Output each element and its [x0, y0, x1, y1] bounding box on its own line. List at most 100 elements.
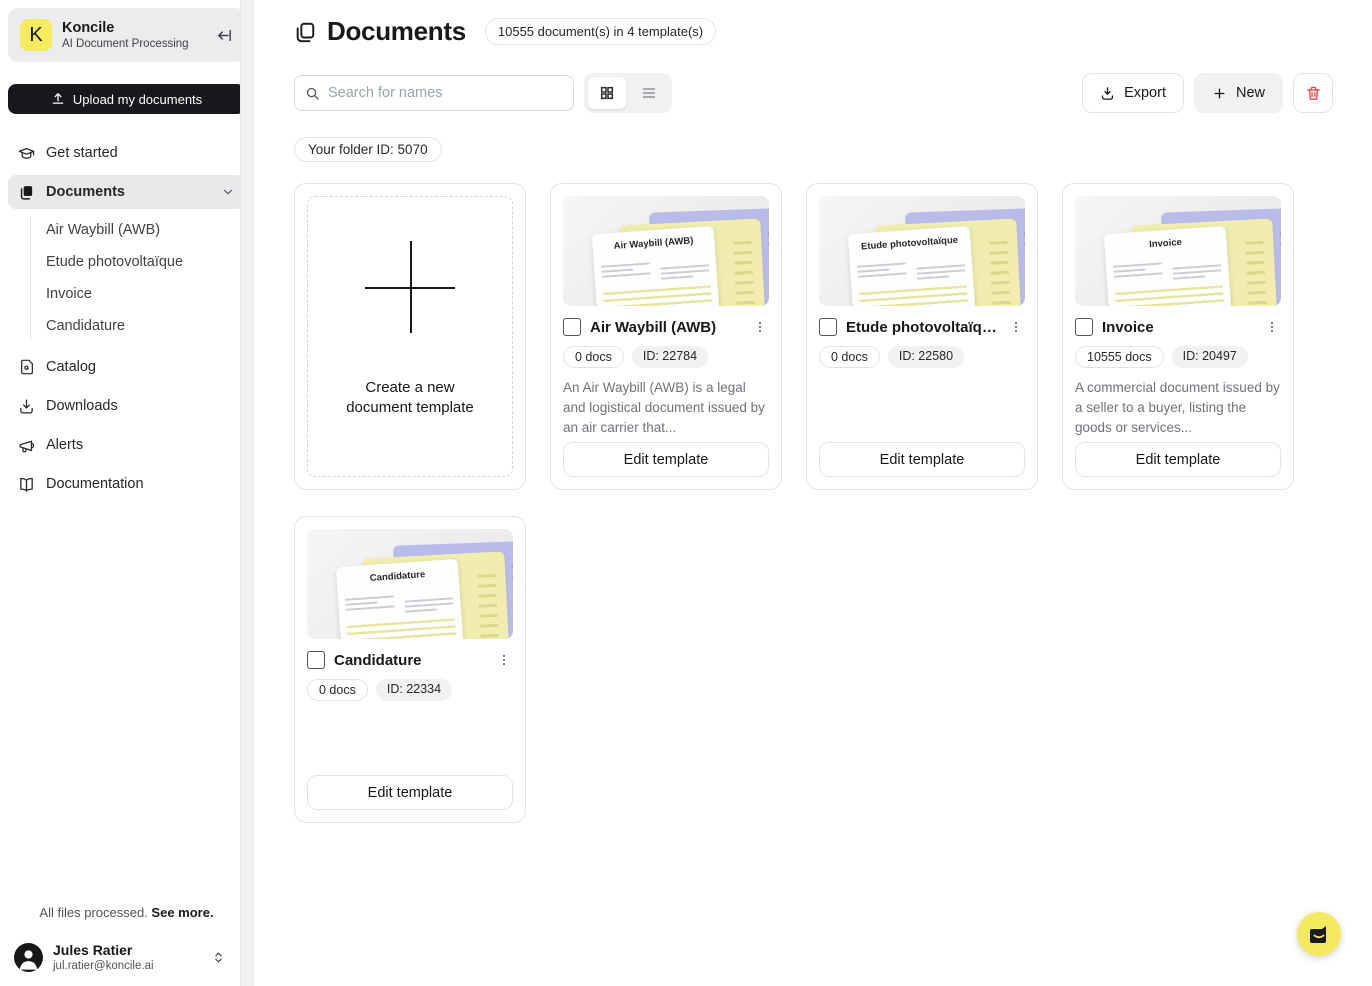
edit-template-button[interactable]: Edit template [1075, 442, 1281, 477]
user-info: Jules Ratier jul.ratier@koncile.ai [53, 942, 202, 972]
template-card: Air Waybill (AWB) Air Waybill (AWB) 0 do… [550, 183, 782, 490]
template-title: Etude photovoltaïque [846, 319, 998, 336]
sidebar-item-get-started[interactable]: Get started [8, 136, 245, 170]
thumb-title: Candidature [343, 567, 452, 587]
toolbar-actions: Export New [1082, 73, 1333, 113]
workspace-switcher[interactable]: K Koncile AI Document Processing [8, 8, 245, 62]
sidebar-item-documents[interactable]: Documents [8, 175, 245, 209]
sidebar-item-catalog[interactable]: Catalog [8, 350, 245, 384]
template-thumbnail[interactable]: Air Waybill (AWB) [563, 196, 769, 306]
thumb-title: Etude photovoltaïque [855, 234, 964, 254]
sidebar-nav: Get started Documents Air Waybill (AWB) … [0, 136, 253, 506]
sidebar-item-downloads[interactable]: Downloads [8, 389, 245, 423]
view-toggle [584, 73, 672, 113]
upload-button-label: Upload my documents [73, 92, 202, 107]
toolbar: Export New [294, 73, 1333, 113]
docs-count-badge: 0 docs [819, 346, 880, 368]
create-template-card: Create a new document template [294, 183, 526, 490]
template-thumbnail[interactable]: Etude photovoltaïque [819, 196, 1025, 306]
template-title: Invoice [1102, 319, 1254, 336]
create-template-clickzone[interactable]: Create a new document template [307, 196, 513, 477]
sidebar-item-documentation[interactable]: Documentation [8, 467, 245, 501]
kebab-menu-icon[interactable] [751, 318, 769, 336]
chevrons-up-down-icon [212, 951, 225, 964]
search-input[interactable] [328, 85, 563, 101]
edit-template-button[interactable]: Edit template [307, 775, 513, 810]
sidebar-subitem-invoice[interactable]: Invoice [38, 278, 245, 310]
chat-launcher-button[interactable] [1297, 912, 1341, 956]
template-checkbox[interactable] [307, 651, 325, 669]
user-menu[interactable]: Jules Ratier jul.ratier@koncile.ai [14, 942, 239, 972]
see-more-link[interactable]: See more. [151, 905, 213, 920]
list-icon [641, 85, 657, 101]
template-title: Air Waybill (AWB) [590, 319, 742, 336]
grid-view-button[interactable] [588, 77, 626, 109]
sidebar-item-label: Documentation [46, 476, 144, 492]
template-card: Etude photovoltaïque Etude photovoltaïqu… [806, 183, 1038, 490]
plus-icon [1212, 86, 1227, 101]
docs-count-badge: 10555 docs [1075, 346, 1164, 368]
sidebar-item-label: Alerts [46, 437, 83, 453]
sidebar-subitem-etude-photovoltaique[interactable]: Etude photovoltaïque [38, 246, 245, 278]
workspace-subtitle: AI Document Processing [62, 38, 206, 50]
documents-icon [18, 184, 35, 201]
user-email: jul.ratier@koncile.ai [53, 960, 202, 972]
trash-icon [1305, 85, 1322, 102]
folder-id-badge: Your folder ID: 5070 [294, 137, 442, 162]
main-content: Documents 10555 document(s) in 4 templat… [254, 0, 1372, 986]
plus-area [308, 197, 512, 378]
koncile-logo: K [20, 19, 52, 51]
files-status-text: All files processed. [39, 905, 147, 920]
thumb-title: Invoice [1111, 234, 1220, 254]
docs-count-badge: 0 docs [307, 679, 368, 701]
app-window: K Koncile AI Document Processing Upload … [0, 0, 1372, 986]
sidebar-subitem-candidature[interactable]: Candidature [38, 310, 245, 342]
search-icon [305, 86, 320, 101]
upload-documents-button[interactable]: Upload my documents [8, 84, 245, 114]
kebab-menu-icon[interactable] [495, 651, 513, 669]
collapse-sidebar-icon[interactable] [216, 27, 233, 44]
user-name: Jules Ratier [53, 942, 202, 959]
sidebar-item-label: Catalog [46, 359, 96, 375]
graduation-cap-icon [18, 145, 35, 162]
thumb-sheet-front: Invoice [1104, 226, 1233, 306]
template-id-badge: ID: 22580 [888, 346, 964, 368]
export-download-icon [1100, 86, 1115, 101]
template-thumbnail[interactable]: Candidature [307, 529, 513, 639]
thumb-sheet-front: Candidature [336, 559, 465, 639]
sidebar-item-label: Downloads [46, 398, 118, 414]
template-checkbox[interactable] [819, 318, 837, 336]
catalog-file-icon [18, 359, 35, 375]
page-header: Documents 10555 document(s) in 4 templat… [294, 16, 1333, 47]
new-button[interactable]: New [1194, 73, 1283, 113]
thumb-title: Air Waybill (AWB) [599, 234, 708, 254]
template-checkbox[interactable] [563, 318, 581, 336]
edit-template-button[interactable]: Edit template [819, 442, 1025, 477]
delete-button[interactable] [1293, 73, 1333, 113]
thumb-sheet-front: Air Waybill (AWB) [592, 226, 721, 306]
search-box[interactable] [294, 75, 574, 111]
template-id-badge: ID: 20497 [1172, 346, 1248, 368]
workspace-info: Koncile AI Document Processing [62, 20, 206, 51]
grid-icon [599, 85, 615, 101]
documents-subnav: Air Waybill (AWB) Etude photovoltaïque I… [8, 214, 245, 342]
book-icon [18, 476, 35, 493]
thumb-sheet-front: Etude photovoltaïque [848, 226, 977, 306]
kebab-menu-icon[interactable] [1263, 318, 1281, 336]
page-title: Documents [327, 16, 466, 47]
sidebar-subitem-air-waybill[interactable]: Air Waybill (AWB) [38, 214, 245, 246]
template-card: Invoice Invoice 10555 docs ID: 20497 [1062, 183, 1294, 490]
template-checkbox[interactable] [1075, 318, 1093, 336]
export-button[interactable]: Export [1082, 73, 1184, 113]
templates-grid: Create a new document template Air Waybi… [294, 183, 1333, 823]
edit-template-button[interactable]: Edit template [563, 442, 769, 477]
documents-count-badge: 10555 document(s) in 4 template(s) [485, 18, 716, 45]
sidebar-item-alerts[interactable]: Alerts [8, 428, 245, 462]
template-id-badge: ID: 22784 [632, 346, 708, 368]
template-thumbnail[interactable]: Invoice [1075, 196, 1281, 306]
kebab-menu-icon[interactable] [1007, 318, 1025, 336]
documents-page-icon [294, 21, 316, 43]
download-icon [18, 398, 35, 415]
list-view-button[interactable] [630, 77, 668, 109]
sidebar-item-label: Documents [46, 184, 125, 200]
